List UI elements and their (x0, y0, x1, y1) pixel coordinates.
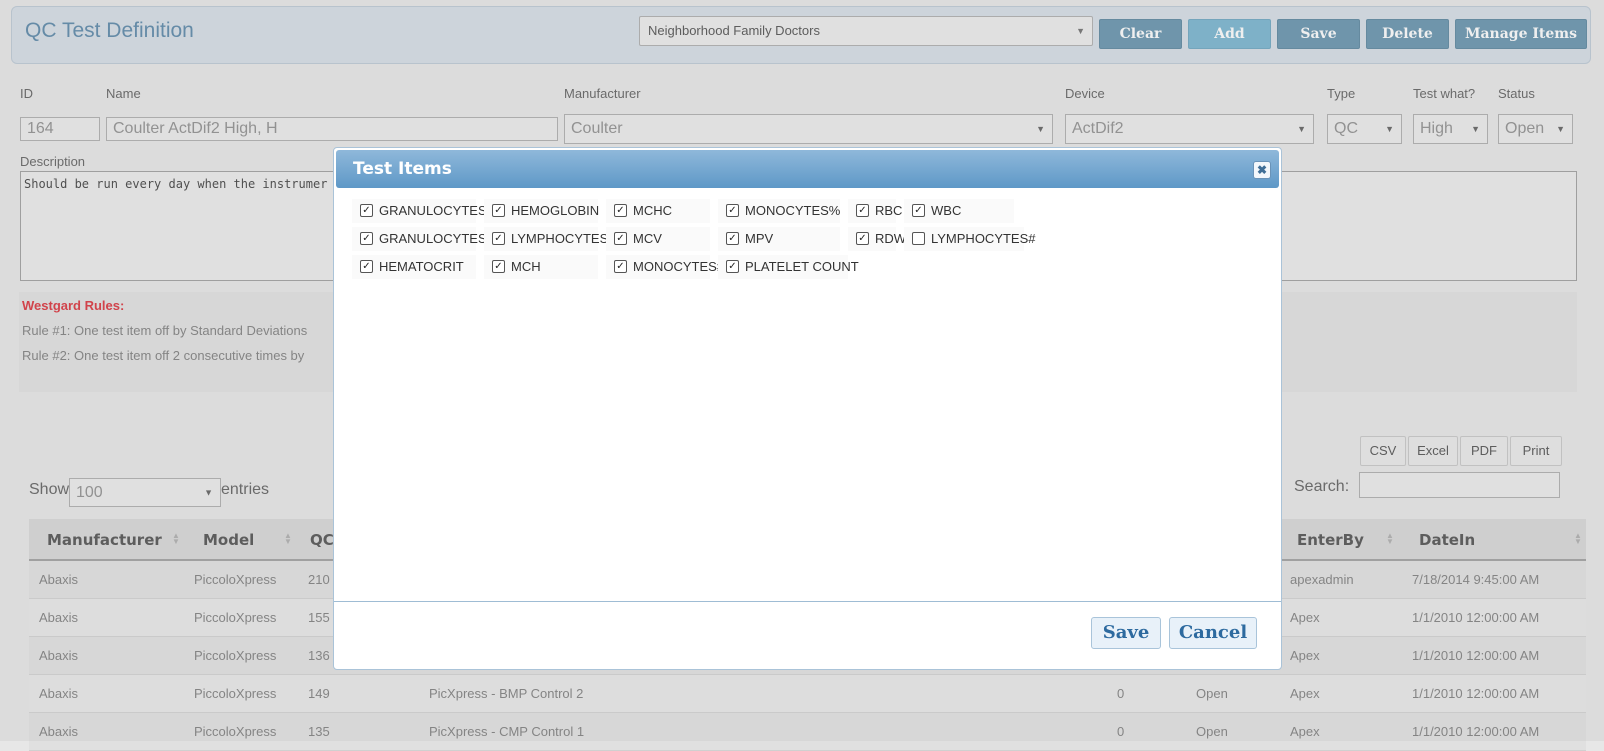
checkbox-label: LYMPHOCYTES# (931, 231, 1036, 246)
checkbox-item[interactable]: ✓ MONOCYTES% (718, 199, 840, 223)
checkbox-box: ✓ (726, 232, 739, 245)
checkbox-label: HEMATOCRIT (379, 259, 464, 274)
checkbox-box: ✓ (360, 260, 373, 273)
checkbox-item[interactable]: ✓ GRANULOCYTES% (352, 227, 498, 251)
checkbox-label: MPV (745, 231, 774, 246)
checkbox-box: ✓ (856, 204, 869, 217)
checkbox-box: ✓ (614, 232, 627, 245)
checkbox-label: MCH (511, 259, 541, 274)
dialog-titlebar[interactable]: Test Items ✖ (336, 150, 1279, 188)
checkbox-label: HEMOGLOBIN (511, 203, 600, 218)
checkbox-label: RDW (875, 231, 907, 246)
checkbox-item[interactable]: ✓ HEMOGLOBIN (484, 199, 600, 223)
checkbox-item[interactable]: ✓ PLATELET COUNT (718, 255, 859, 279)
checkbox-label: LYMPHOCYTES% (511, 231, 620, 246)
checkbox-box: ✓ (492, 260, 505, 273)
checkbox-box: ✓ (360, 204, 373, 217)
checkbox-label: WBC (931, 203, 962, 218)
checkbox-box: ✓ (492, 232, 505, 245)
checkbox-box (912, 232, 925, 245)
checkbox-item[interactable]: ✓ RDW (848, 227, 906, 251)
dialog-divider (334, 601, 1281, 602)
checkbox-label: MCHC (633, 203, 672, 218)
checkbox-box: ✓ (492, 204, 505, 217)
checkbox-label: PLATELET COUNT (745, 259, 859, 274)
checkbox-label: MONOCYTES# (633, 259, 725, 274)
checkbox-label: GRANULOCYTES% (379, 231, 499, 246)
close-icon[interactable]: ✖ (1253, 161, 1271, 179)
checkbox-box: ✓ (912, 204, 925, 217)
checkbox-label: RBC (875, 203, 903, 218)
checkbox-label: MCV (633, 231, 662, 246)
dialog-cancel-button[interactable]: Cancel (1169, 617, 1257, 649)
checkbox-item[interactable]: ✓ LYMPHOCYTES% (484, 227, 620, 251)
checkbox-item[interactable]: ✓ GRANULOCYTES# (352, 199, 494, 223)
checkbox-box: ✓ (856, 232, 869, 245)
checkbox-box: ✓ (726, 260, 739, 273)
checkbox-label: MONOCYTES% (745, 203, 841, 218)
checkbox-item[interactable]: ✓ MCHC (606, 199, 710, 223)
dialog-save-button[interactable]: Save (1091, 617, 1161, 649)
checkbox-item[interactable]: ✓ MCH (484, 255, 598, 279)
test-items-dialog: Test Items ✖ ✓ GRANULOCYTES# ✓ HEMOGLOBI… (333, 147, 1282, 670)
checkbox-item[interactable]: LYMPHOCYTES# (904, 227, 1036, 251)
dialog-title: Test Items (353, 159, 452, 179)
checkbox-item[interactable]: ✓ WBC (904, 199, 1014, 223)
checkbox-box: ✓ (614, 260, 627, 273)
checkbox-item[interactable]: ✓ MCV (606, 227, 710, 251)
checkbox-box: ✓ (726, 204, 739, 217)
checkbox-item[interactable]: ✓ MONOCYTES# (606, 255, 724, 279)
checkbox-box: ✓ (614, 204, 627, 217)
checkbox-box: ✓ (360, 232, 373, 245)
checkbox-item[interactable]: ✓ MPV (718, 227, 840, 251)
checkbox-item[interactable]: ✓ HEMATOCRIT (352, 255, 476, 279)
checkbox-label: GRANULOCYTES# (379, 203, 494, 218)
checkbox-item[interactable]: ✓ RBC (848, 199, 902, 223)
